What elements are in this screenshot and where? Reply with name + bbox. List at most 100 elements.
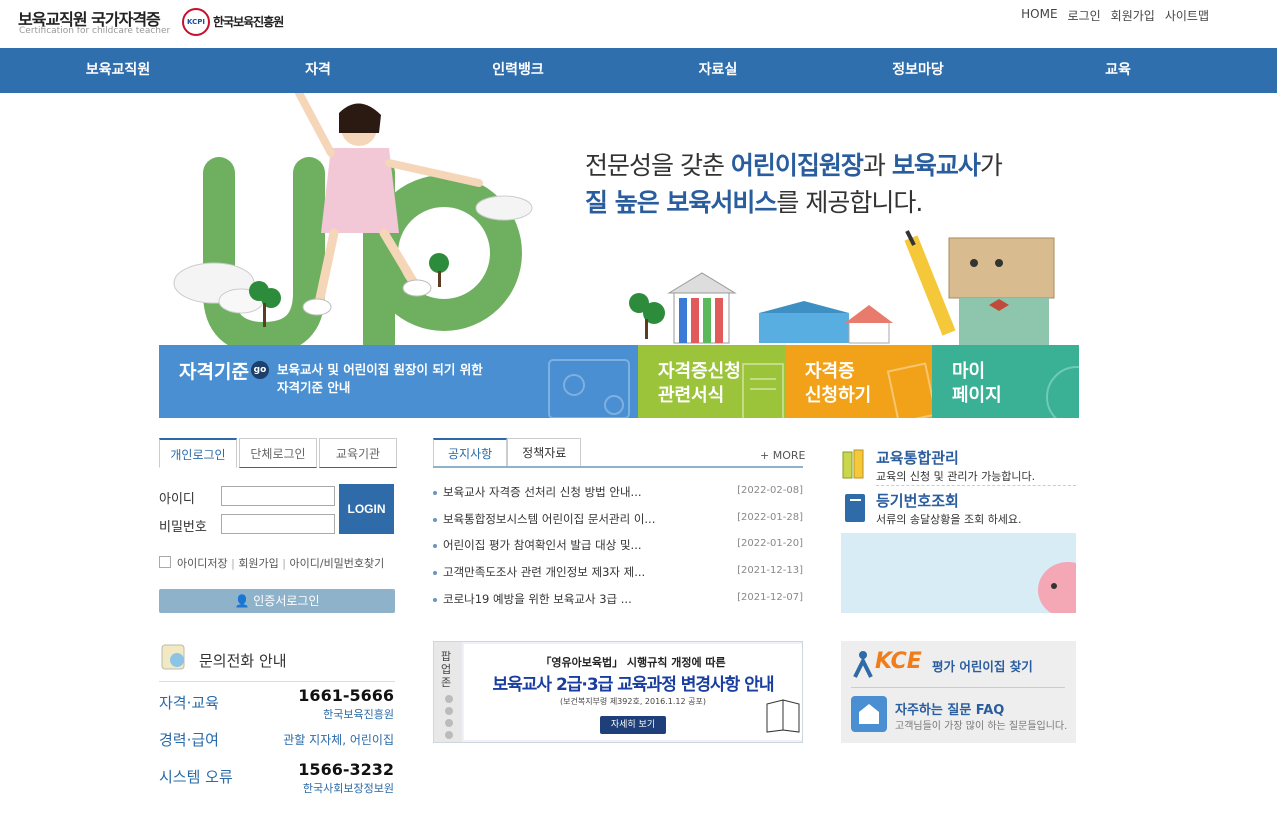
slogan-line2: 질 높은 보육서비스를 제공합니다. (585, 188, 923, 217)
kce-logo[interactable]: KCE (875, 649, 922, 674)
certificate-icon (548, 359, 630, 418)
notice-tab-line (433, 466, 803, 468)
mypage-banner[interactable]: 마이 페이지 (932, 345, 1079, 418)
login-button[interactable]: LOGIN (339, 484, 394, 534)
nav-library[interactable]: 자료실 (699, 48, 738, 93)
hero-banner: 전문성을 갖춘 어린이집원장과 보육교사가 질 높은 보육서비스를 제공합니다. (0, 93, 1277, 345)
contact-org-career: 관할 지자체, 어린이집 (283, 733, 394, 747)
password-input[interactable] (221, 514, 335, 534)
form-icon (886, 362, 932, 418)
education-icon (842, 449, 864, 479)
popup-line1: 「영유아보육법」 시행규칙 개정에 따른 (540, 656, 726, 669)
main-nav: 보육교직원 자격 인력뱅크 자료실 정보마당 교육 (0, 48, 1277, 93)
faq-icon (851, 696, 887, 732)
contact-org-system: 한국사회보장정보원 (302, 782, 394, 795)
list-item[interactable]: 보육교사 자격증 선처리 신청 방법 안내... [2022-02-08] (433, 484, 803, 502)
kce-person-icon (853, 651, 873, 678)
hero-slogan: 전문성을 갖춘 어린이집원장과 보육교사가 질 높은 보육서비스를 제공합니다. (585, 147, 1003, 221)
popup-zone[interactable]: 팝업존 「영유아보육법」 시행규칙 개정에 따른 보육교사 2급·3급 교육과정… (433, 641, 803, 743)
site-subtitle: Certification for childcare teacher (19, 26, 171, 36)
nav-qualification[interactable]: 자격 (305, 48, 331, 93)
application-forms-banner[interactable]: 자격증신청 관련서식 (638, 345, 785, 418)
mypage-title: 마이 페이지 (952, 361, 1002, 406)
tab-personal-login[interactable]: 개인로그인 (159, 438, 237, 468)
contact-divider (159, 681, 395, 682)
bullet-icon (433, 543, 437, 548)
popup-detail-button[interactable]: 자세히 보기 (600, 716, 666, 734)
kcpi-logo-icon[interactable]: KCPI (182, 8, 210, 36)
forms-title: 자격증신청 관련서식 (658, 361, 741, 406)
login-links: 아이디저장 | 회원가입 | 아이디/비밀번호찾기 (177, 557, 385, 570)
contact-title: 문의전화 안내 (199, 652, 287, 670)
document-icon (742, 363, 784, 418)
bullet-icon (433, 570, 437, 575)
list-item[interactable]: 코로나19 예방을 위한 보육교사 3급 ... [2021-12-07] (433, 591, 803, 609)
remember-id-label[interactable]: 아이디저장 (177, 557, 228, 570)
nav-education[interactable]: 교육 (1105, 48, 1131, 93)
login-link[interactable]: 로그인 (1068, 7, 1101, 24)
bullet-icon (433, 490, 437, 495)
contact-number-qualification: 1661-5666 (298, 686, 394, 705)
go-icon[interactable]: go (251, 361, 269, 379)
list-item[interactable]: 어린이집 평가 참여확인서 발급 대상 및... [2022-01-20] (433, 537, 803, 555)
find-account-link[interactable]: 아이디/비밀번호찾기 (290, 557, 385, 570)
right-links-box: KCE 평가 어린이집 찾기 자주하는 질문 FAQ 고객님들이 가장 많이 하… (841, 641, 1076, 743)
qualification-desc: 보육교사 및 어린이집 원장이 되기 위한 자격기준 안내 (277, 362, 483, 395)
slogan-line1: 전문성을 갖춘 어린이집원장과 보육교사가 (585, 151, 1003, 180)
list-item[interactable]: 고객만족도조사 관련 개인정보 제3자 제... [2021-12-13] (433, 564, 803, 582)
qualification-title: 자격기준 (179, 361, 249, 383)
qualification-criteria-banner[interactable]: 자격기준 go 보육교사 및 어린이집 원장이 되기 위한 자격기준 안내 (159, 345, 638, 418)
tab-policy[interactable]: 정책자료 (507, 438, 582, 468)
education-management-link[interactable]: 교육통합관리 (876, 447, 959, 468)
faq-link[interactable]: 자주하는 질문 FAQ (895, 699, 1004, 718)
popup-banner[interactable]: 「영유아보육법」 시행규칙 개정에 따른 보육교사 2급·3급 교육과정 변경사… (464, 644, 802, 740)
faq-desc: 고객님들이 가장 많이 하는 질문들입니다. (895, 721, 1068, 732)
registered-mail-lookup-desc: 서류의 송달상황을 조회 하세요. (876, 513, 1022, 526)
bullet-icon (433, 597, 437, 602)
id-label: 아이디 (159, 492, 195, 507)
apply-certificate-banner[interactable]: 자격증 신청하기 (785, 345, 932, 418)
nav-info[interactable]: 정보마당 (892, 48, 944, 93)
pw-label: 비밀번호 (159, 520, 207, 535)
id-input[interactable] (221, 486, 335, 506)
certificate-login-button[interactable]: 👤 인증서로그인 (159, 589, 395, 613)
sitemap-link[interactable]: 사이트맵 (1165, 7, 1209, 24)
list-item[interactable]: 보육통합정보시스템 어린이집 문서관리 이... [2022-01-28] (433, 511, 803, 529)
right-divider (876, 485, 1076, 486)
contact-label-qualification: 자격·교육 (159, 694, 219, 712)
contact-label-system: 시스템 오류 (159, 768, 233, 786)
home-link[interactable]: HOME (1021, 7, 1057, 24)
join-link[interactable]: 회원가입 (1111, 7, 1155, 24)
book-icon (766, 699, 800, 733)
nav-staff[interactable]: 보육교직원 (86, 48, 150, 93)
org-name[interactable]: 한국보육진흥원 (213, 13, 284, 30)
popup-line3: (보건복지부령 제392호, 2016.1.12 공포) (560, 697, 706, 706)
contact-label-career: 경력·급여 (159, 731, 219, 749)
tab-notices[interactable]: 공지사항 (433, 438, 508, 468)
tab-group-login[interactable]: 단체로그인 (239, 438, 317, 468)
popup-zone-label: 팝업존 (441, 650, 452, 689)
site-header: 보육교직원 국가자격증 Certification for childcare … (0, 0, 1277, 48)
right-promo-banner[interactable] (841, 533, 1076, 613)
contact-number-system: 1566-3232 (298, 760, 394, 779)
join-member-link[interactable]: 회원가입 (238, 557, 278, 570)
tab-institution-login[interactable]: 교육기관 (319, 438, 397, 468)
popup-line2: 보육교사 2급·3급 교육과정 변경사항 안내 (492, 675, 774, 695)
nav-manpower-bank[interactable]: 인력뱅크 (492, 48, 544, 93)
user-icon (1046, 366, 1079, 418)
piggy-bank-icon (1038, 562, 1076, 613)
popup-pager[interactable] (443, 694, 455, 740)
top-links: HOME 로그인 회원가입 사이트맵 (1021, 7, 1209, 24)
notice-tabs: 공지사항 정책자료 (433, 438, 582, 468)
registered-mail-lookup-link[interactable]: 등기번호조회 (876, 490, 959, 511)
notebook-icon (845, 494, 865, 522)
right-box-divider (851, 687, 1065, 688)
bullet-icon (433, 517, 437, 522)
more-link[interactable]: + MORE (760, 449, 805, 462)
contact-org-qualification: 한국보육진흥원 (323, 708, 394, 721)
education-management-desc: 교육의 신청 및 관리가 가능합니다. (876, 470, 1036, 483)
quick-banners: 자격기준 go 보육교사 및 어린이집 원장이 되기 위한 자격기준 안내 자격… (159, 345, 1079, 418)
login-tabs: 개인로그인 단체로그인 교육기관 (159, 438, 397, 468)
remember-id-checkbox[interactable] (159, 556, 171, 568)
find-evaluated-daycare-link[interactable]: 평가 어린이집 찾기 (932, 656, 1033, 675)
